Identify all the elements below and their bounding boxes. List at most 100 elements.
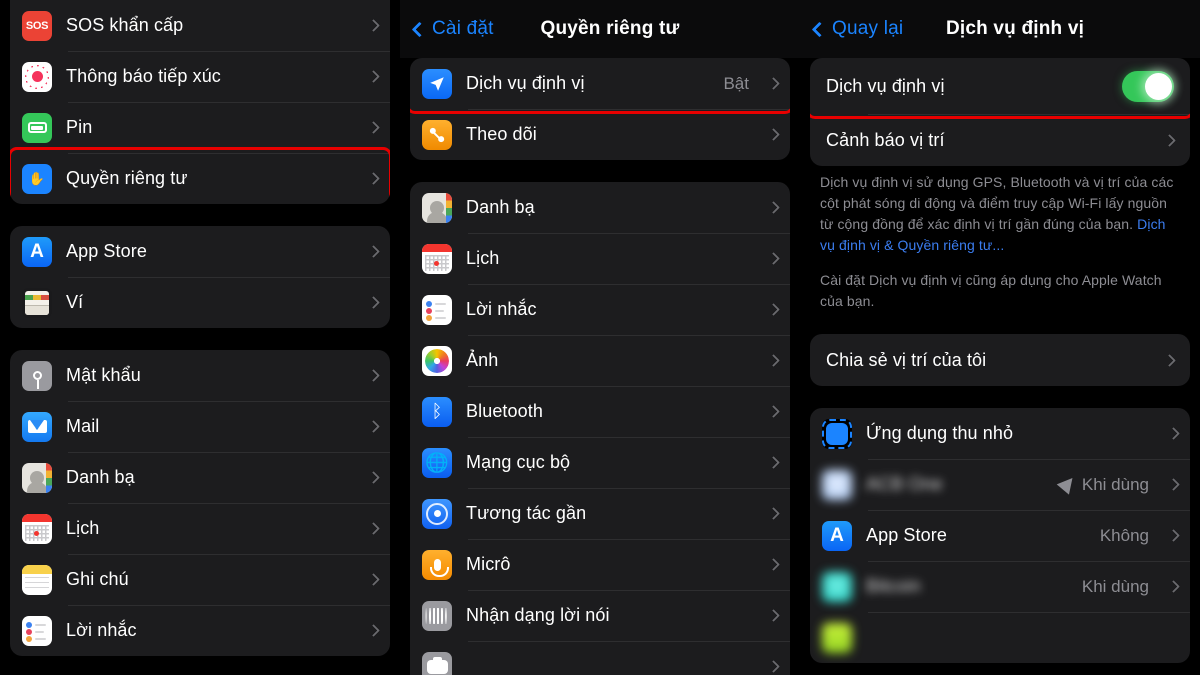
privacy-group-core: Dịch vụ định vị Bật Theo dõi (410, 58, 790, 160)
location-app-row[interactable] (810, 612, 1190, 663)
privacy-row-contacts[interactable]: Danh bạ (410, 182, 790, 233)
share-location-group: Chia sẻ vị trí của tôi (810, 334, 1190, 386)
back-button-label: Cài đặt (432, 18, 494, 39)
share-my-location-label: Chia sẻ vị trí của tôi (826, 349, 987, 370)
microphone-icon (422, 549, 452, 580)
chevron-right-icon (367, 420, 380, 433)
chevron-right-icon (767, 558, 780, 571)
location-alerts-label: Cảnh báo vị trí (826, 129, 945, 150)
share-my-location-row[interactable]: Chia sẻ vị trí của tôi (810, 334, 1190, 386)
location-app-status: Khi dùng (1056, 472, 1153, 495)
privacy-hand-icon: ✋ (22, 163, 52, 194)
settings-row-label: SOS khẩn cấp (66, 15, 184, 35)
back-button[interactable]: Quay lại (811, 18, 903, 40)
app-store-icon: A (822, 520, 852, 551)
settings-row-label: Ví (66, 292, 84, 312)
settings-row-reminders[interactable]: Lời nhắc (10, 605, 390, 656)
privacy-row-tracking[interactable]: Theo dõi (410, 109, 790, 160)
privacy-row-nearby-interactions[interactable]: Tương tác gần (410, 488, 790, 539)
chevron-right-icon (767, 201, 780, 214)
chevron-right-icon (767, 456, 780, 469)
settings-row-label: Mail (66, 416, 100, 436)
privacy-row-calendar[interactable]: Lịch (410, 233, 790, 284)
settings-row-label: Mật khẩu (66, 365, 141, 385)
acb-app-icon (822, 469, 852, 500)
privacy-row-label: Micrô (466, 554, 511, 574)
local-network-icon: 🌐 (422, 447, 452, 478)
privacy-row-photos[interactable]: Ảnh (410, 335, 790, 386)
lime-app-icon (822, 622, 852, 653)
location-alerts-row[interactable]: Cảnh báo vị trí (810, 114, 1190, 166)
settings-row-label: Thông báo tiếp xúc (66, 66, 221, 86)
panel-settings-root: SOS SOS khẩn cấp Thông báo tiếp xúc Pin … (0, 0, 400, 675)
mail-icon (22, 411, 52, 442)
exposure-notification-icon (22, 61, 52, 92)
privacy-row-bluetooth[interactable]: ᛒ Bluetooth (410, 386, 790, 437)
location-app-label: Bitcoin (866, 576, 921, 596)
location-app-value: Không (1099, 525, 1149, 545)
settings-row-contacts[interactable]: Danh bạ (10, 452, 390, 503)
settings-row-privacy[interactable]: ✋ Quyền riêng tư (10, 147, 390, 204)
settings-row-label: App Store (66, 241, 147, 261)
settings-row-calendar[interactable]: Lịch (10, 503, 390, 554)
settings-row-wallet[interactable]: Ví (10, 277, 390, 328)
privacy-row-microphone[interactable]: Micrô (410, 539, 790, 590)
chevron-right-icon (367, 624, 380, 637)
settings-group-1: SOS SOS khẩn cấp Thông báo tiếp xúc Pin … (10, 0, 390, 204)
privacy-row-speech-recognition[interactable]: Nhận dạng lời nói (410, 590, 790, 641)
settings-row-passwords[interactable]: Mật khẩu (10, 350, 390, 401)
settings-row-sos[interactable]: SOS SOS khẩn cấp (10, 0, 390, 51)
settings-group-2: A App Store Ví (10, 226, 390, 328)
tracking-icon (422, 119, 452, 150)
location-apps-group: Ứng dụng thu nhỏ ACB One Khi dùng A App … (810, 408, 1190, 663)
location-app-row[interactable]: ACB One Khi dùng (810, 459, 1190, 510)
sos-icon: SOS (22, 10, 52, 41)
settings-row-exposure-notifications[interactable]: Thông báo tiếp xúc (10, 51, 390, 102)
chevron-right-icon (367, 471, 380, 484)
settings-row-notes[interactable]: Ghi chú (10, 554, 390, 605)
chevron-right-icon (767, 354, 780, 367)
settings-row-mail[interactable]: Mail (10, 401, 390, 452)
settings-row-app-store[interactable]: A App Store (10, 226, 390, 277)
location-navbar: Quay lại Dịch vụ định vị (800, 0, 1200, 58)
privacy-navbar: Cài đặt Quyền riêng tư (400, 0, 800, 58)
privacy-row-camera[interactable] (410, 641, 790, 675)
location-arrow-indicator-icon (1056, 472, 1079, 495)
chevron-right-icon (1163, 133, 1176, 147)
contacts-icon (22, 462, 52, 493)
location-app-row[interactable]: Ứng dụng thu nhỏ (810, 408, 1190, 459)
settings-row-battery[interactable]: Pin (10, 102, 390, 153)
privacy-row-label: Tương tác gần (466, 503, 587, 523)
location-services-toggle[interactable] (1122, 70, 1174, 102)
settings-row-label: Lời nhắc (66, 620, 137, 640)
privacy-row-location-services[interactable]: Dịch vụ định vị Bật (410, 58, 790, 114)
reminders-icon (422, 294, 452, 325)
location-app-label: Ứng dụng thu nhỏ (866, 423, 1014, 443)
chevron-left-icon (811, 21, 828, 37)
wallet-icon (22, 287, 52, 318)
chevron-right-icon (767, 507, 780, 520)
privacy-row-local-network[interactable]: 🌐 Mạng cục bộ (410, 437, 790, 488)
privacy-row-label: Nhận dạng lời nói (466, 605, 610, 625)
notes-icon (22, 564, 52, 595)
calendar-icon (422, 243, 452, 274)
privacy-row-label: Bluetooth (466, 401, 543, 421)
location-services-toggle-row[interactable]: Dịch vụ định vị (810, 58, 1190, 119)
chevron-right-icon (367, 121, 380, 134)
privacy-row-label: Danh bạ (466, 197, 535, 217)
photos-icon (422, 345, 452, 376)
privacy-row-reminders[interactable]: Lời nhắc (410, 284, 790, 335)
privacy-row-label: Theo dõi (466, 124, 537, 144)
location-app-value: Khi dùng (1081, 576, 1149, 596)
chevron-right-icon (367, 369, 380, 382)
chevron-right-icon (767, 303, 780, 316)
settings-row-label: Ghi chú (66, 569, 129, 589)
chevron-right-icon (367, 172, 380, 185)
back-to-settings-button[interactable]: Cài đặt (411, 18, 494, 40)
settings-row-label: Pin (66, 117, 93, 137)
location-app-row[interactable]: Bitcoin Khi dùng (810, 561, 1190, 612)
privacy-row-label: Dịch vụ định vị (466, 73, 585, 93)
chevron-right-icon (367, 19, 380, 32)
settings-row-label: Lịch (66, 518, 100, 538)
location-app-row[interactable]: A App Store Không (810, 510, 1190, 561)
